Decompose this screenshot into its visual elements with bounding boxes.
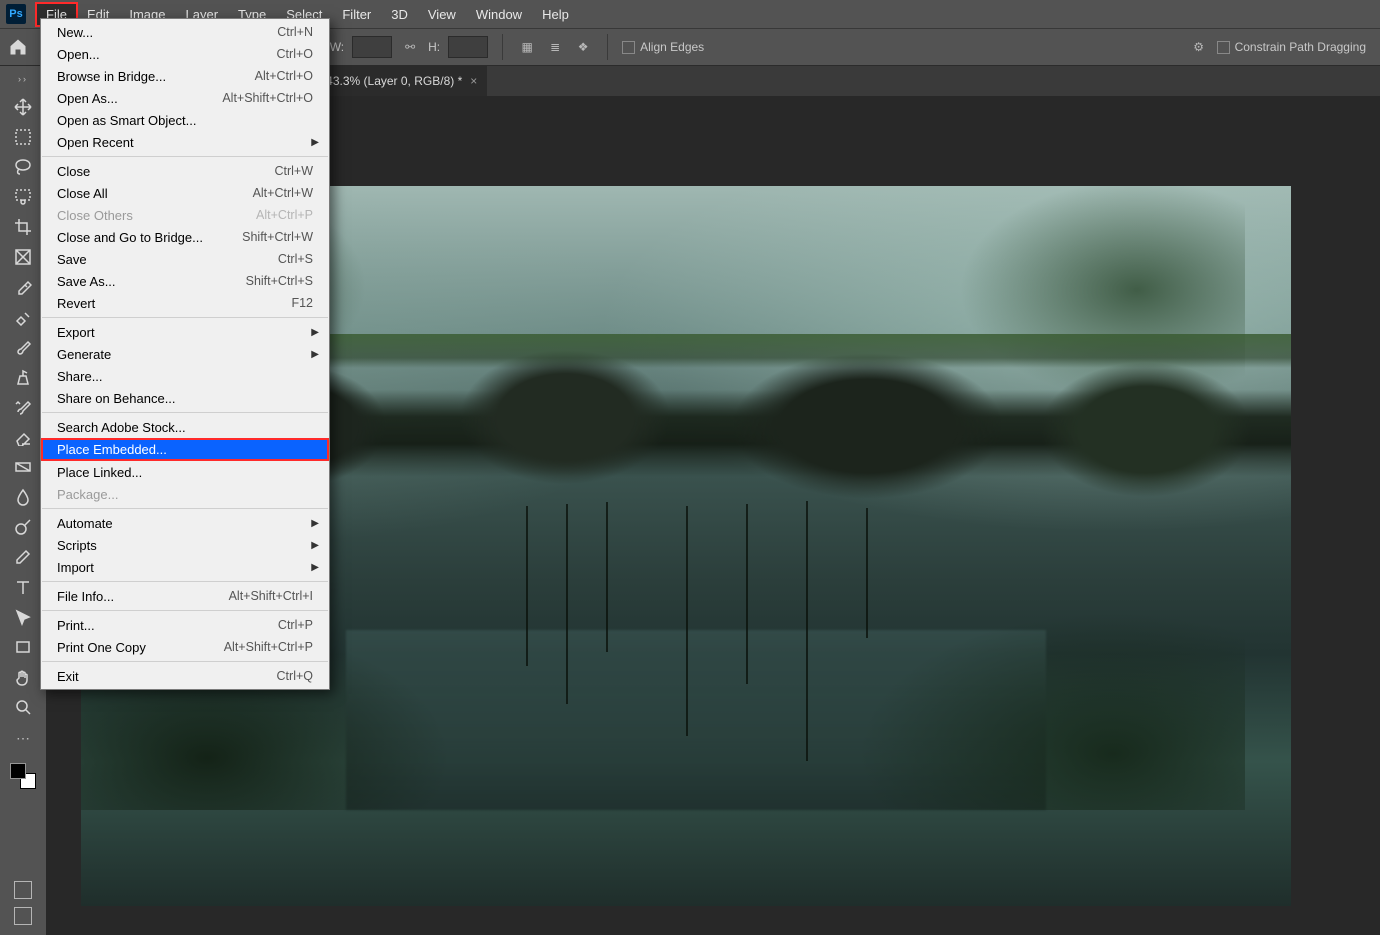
menu-item-share[interactable]: Share... bbox=[41, 365, 329, 387]
screen-mode-icon[interactable] bbox=[14, 907, 32, 925]
constrain-option[interactable]: Constrain Path Dragging bbox=[1217, 40, 1366, 54]
submenu-arrow-icon: ▶ bbox=[311, 137, 319, 148]
height-field[interactable] bbox=[448, 36, 488, 58]
menu-item-open[interactable]: Open...Ctrl+O bbox=[41, 43, 329, 65]
menu-item-new[interactable]: New...Ctrl+N bbox=[41, 21, 329, 43]
file-menu-dropdown: New...Ctrl+NOpen...Ctrl+OBrowse in Bridg… bbox=[40, 18, 330, 690]
eyedropper-tool[interactable] bbox=[8, 272, 38, 302]
menu-item-place-embedded[interactable]: Place Embedded... bbox=[41, 438, 329, 461]
link-icon[interactable]: ⚯ bbox=[400, 37, 420, 57]
edit-toolbar-button[interactable]: ⋯ bbox=[16, 724, 30, 753]
lasso-tool[interactable] bbox=[8, 152, 38, 182]
path-align-icon[interactable]: ≣ bbox=[545, 37, 565, 57]
menu-item-save[interactable]: SaveCtrl+S bbox=[41, 248, 329, 270]
menu-item-package: Package... bbox=[41, 483, 329, 505]
menu-item-print-one-copy[interactable]: Print One CopyAlt+Shift+Ctrl+P bbox=[41, 636, 329, 658]
app-logo: Ps bbox=[6, 4, 26, 24]
move-tool[interactable] bbox=[8, 92, 38, 122]
frame-tool[interactable] bbox=[8, 242, 38, 272]
menu-item-open-as-smart-object[interactable]: Open as Smart Object... bbox=[41, 109, 329, 131]
menu-item-save-as[interactable]: Save As...Shift+Ctrl+S bbox=[41, 270, 329, 292]
gradient-tool[interactable] bbox=[8, 452, 38, 482]
menu-item-share-on-behance[interactable]: Share on Behance... bbox=[41, 387, 329, 409]
history-brush-tool[interactable] bbox=[8, 392, 38, 422]
home-icon[interactable] bbox=[8, 37, 28, 57]
menu-item-automate[interactable]: Automate▶ bbox=[41, 512, 329, 534]
menu-separator bbox=[42, 412, 328, 413]
submenu-arrow-icon: ▶ bbox=[311, 518, 319, 529]
healing-tool[interactable] bbox=[8, 302, 38, 332]
pen-tool[interactable] bbox=[8, 542, 38, 572]
marquee-tool[interactable] bbox=[8, 122, 38, 152]
menu-view[interactable]: View bbox=[418, 3, 466, 26]
close-tab-icon[interactable]: × bbox=[470, 74, 477, 88]
blur-tool[interactable] bbox=[8, 482, 38, 512]
rectangle-tool[interactable] bbox=[8, 632, 38, 662]
menu-filter[interactable]: Filter bbox=[332, 3, 381, 26]
align-edges-option[interactable]: Align Edges bbox=[622, 40, 704, 54]
menu-item-export[interactable]: Export▶ bbox=[41, 321, 329, 343]
menu-help[interactable]: Help bbox=[532, 3, 579, 26]
panel-handle[interactable]: ›› bbox=[18, 72, 28, 90]
tool-panel-footer bbox=[0, 877, 46, 935]
menu-separator bbox=[42, 581, 328, 582]
separator bbox=[607, 34, 608, 60]
menu-item-close-all[interactable]: Close AllAlt+Ctrl+W bbox=[41, 182, 329, 204]
menu-window[interactable]: Window bbox=[466, 3, 532, 26]
submenu-arrow-icon: ▶ bbox=[311, 349, 319, 360]
foreground-background-swatch[interactable] bbox=[10, 763, 36, 789]
menu-item-file-info[interactable]: File Info...Alt+Shift+Ctrl+I bbox=[41, 585, 329, 607]
menu-item-place-linked[interactable]: Place Linked... bbox=[41, 461, 329, 483]
quick-mask-icon[interactable] bbox=[14, 881, 32, 899]
menu-item-exit[interactable]: ExitCtrl+Q bbox=[41, 665, 329, 687]
menu-item-print[interactable]: Print...Ctrl+P bbox=[41, 614, 329, 636]
menu-item-generate[interactable]: Generate▶ bbox=[41, 343, 329, 365]
menu-separator bbox=[42, 508, 328, 509]
zoom-tool[interactable] bbox=[8, 692, 38, 722]
type-tool[interactable] bbox=[8, 572, 38, 602]
w-label: W: bbox=[330, 40, 344, 54]
menu-item-browse-in-bridge[interactable]: Browse in Bridge...Alt+Ctrl+O bbox=[41, 65, 329, 87]
width-field[interactable] bbox=[352, 36, 392, 58]
menu-item-open-as[interactable]: Open As...Alt+Shift+Ctrl+O bbox=[41, 87, 329, 109]
submenu-arrow-icon: ▶ bbox=[311, 540, 319, 551]
gear-icon[interactable]: ⚙ bbox=[1189, 37, 1209, 57]
menu-separator bbox=[42, 317, 328, 318]
path-ops-icon[interactable]: ▦ bbox=[517, 37, 537, 57]
separator bbox=[502, 34, 503, 60]
path-arrange-icon[interactable]: ❖ bbox=[573, 37, 593, 57]
menu-separator bbox=[42, 610, 328, 611]
hand-tool[interactable] bbox=[8, 662, 38, 692]
menu-item-close-others: Close OthersAlt+Ctrl+P bbox=[41, 204, 329, 226]
h-label: H: bbox=[428, 40, 440, 54]
menu-item-close[interactable]: CloseCtrl+W bbox=[41, 160, 329, 182]
menu-item-revert[interactable]: RevertF12 bbox=[41, 292, 329, 314]
menu-item-scripts[interactable]: Scripts▶ bbox=[41, 534, 329, 556]
menu-item-import[interactable]: Import▶ bbox=[41, 556, 329, 578]
quick-select-tool[interactable] bbox=[8, 182, 38, 212]
menu-item-open-recent[interactable]: Open Recent▶ bbox=[41, 131, 329, 153]
menu-item-close-and-go-to-bridge[interactable]: Close and Go to Bridge...Shift+Ctrl+W bbox=[41, 226, 329, 248]
brush-tool[interactable] bbox=[8, 332, 38, 362]
eraser-tool[interactable] bbox=[8, 422, 38, 452]
menu-3d[interactable]: 3D bbox=[381, 3, 418, 26]
clone-tool[interactable] bbox=[8, 362, 38, 392]
submenu-arrow-icon: ▶ bbox=[311, 327, 319, 338]
dodge-tool[interactable] bbox=[8, 512, 38, 542]
path-select-tool[interactable] bbox=[8, 602, 38, 632]
menu-separator bbox=[42, 156, 328, 157]
menu-separator bbox=[42, 661, 328, 662]
menu-item-search-adobe-stock[interactable]: Search Adobe Stock... bbox=[41, 416, 329, 438]
crop-tool[interactable] bbox=[8, 212, 38, 242]
submenu-arrow-icon: ▶ bbox=[311, 562, 319, 573]
